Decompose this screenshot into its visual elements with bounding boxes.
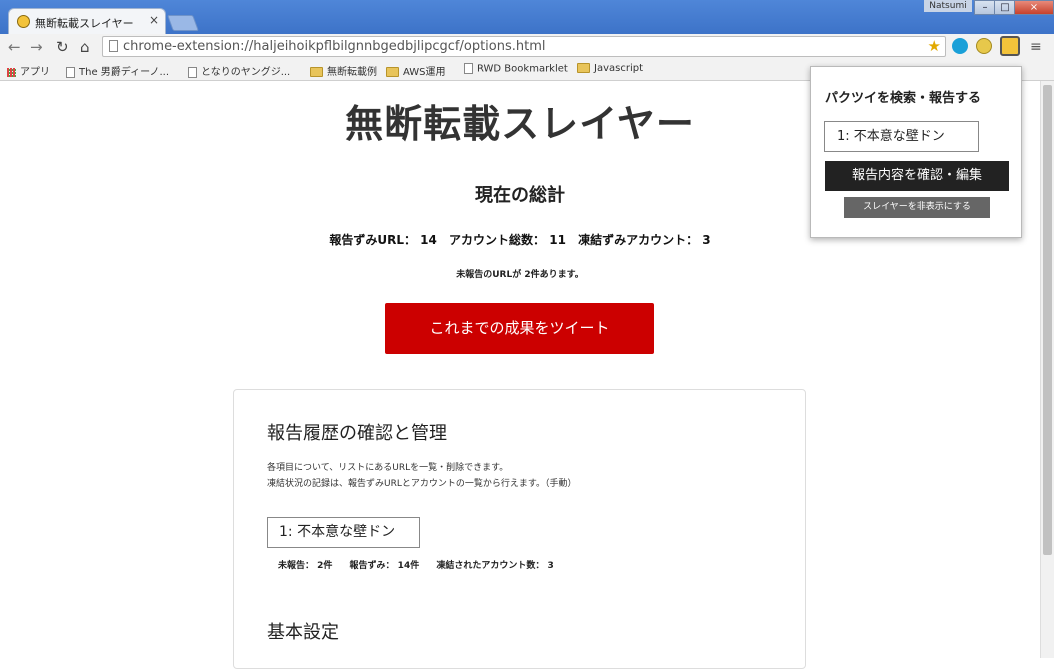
folder-icon [577,63,590,73]
browser-toolbar: ← → ↻ ⌂ chrome-extension://haljeihoikpfl… [0,34,1054,61]
browser-tab[interactable]: 無断転載スレイヤー × [8,8,166,34]
close-window-button[interactable]: × [1014,0,1054,15]
home-icon[interactable]: ⌂ [80,38,90,56]
history-desc-line: 凍結状況の記録は、報告ずみURLとアカウントの一覧から行えます。（手動） [267,479,577,489]
reported-count: 報告ずみ： 14件 [349,561,420,571]
popup-title: パクツイを検索・報告する [825,91,982,106]
page-icon [464,63,473,74]
bookmark-folder[interactable]: AWS運用 [386,63,446,78]
maximize-button[interactable]: □ [994,0,1016,15]
tab-close-icon[interactable]: × [149,13,159,27]
slayer-extension-icon[interactable] [1000,36,1020,56]
title-bar: 無断転載スレイヤー × Natsumi – □ × [0,0,1054,34]
reported-url-count: 報告ずみURL： 14 [329,233,437,247]
tweet-results-button[interactable]: これまでの成果をツイート [385,303,654,354]
minimize-button[interactable]: – [974,0,996,15]
skype-extension-icon[interactable] [952,38,968,54]
account-count: アカウント総数： 11 [449,233,566,247]
frozen-count: 凍結されたアカウント数： 3 [436,561,554,571]
bookmark-item[interactable]: RWD Bookmarklet [464,63,568,75]
url-text: chrome-extension://haljeihoikpflbilgnnbg… [123,39,546,54]
bookmark-item[interactable]: となりのヤングジ... [188,63,290,78]
bookmark-item[interactable]: The 男爵ディーノ... [66,63,169,78]
extension-icon[interactable] [976,38,992,54]
confirm-edit-button[interactable]: 報告内容を確認・編集 [825,161,1009,191]
basic-settings-heading: 基本設定 [267,622,339,643]
page-icon [109,40,118,52]
frozen-account-count: 凍結ずみアカウント： 3 [578,233,711,247]
unreported-count: 未報告： 2件 [278,561,333,571]
bookmark-folder[interactable]: 無断転載例 [310,63,377,78]
bookmark-star-icon[interactable]: ★ [928,37,941,55]
history-description: 各項目について、リストにあるURLを一覧・削除できます。 凍結状況の記録は、報告… [267,460,576,492]
tab-title: 無断転載スレイヤー [35,17,134,30]
bookmark-folder[interactable]: Javascript [577,63,643,74]
history-stats: 未報告： 2件 報告ずみ： 14件 凍結されたアカウント数： 3 [278,558,568,571]
address-bar[interactable]: chrome-extension://haljeihoikpflbilgnnbg… [102,36,946,57]
page-icon [66,66,75,78]
history-category-select[interactable]: 1: 不本意な壁ドン [267,517,420,548]
forward-arrow-icon[interactable]: → [30,38,43,56]
unreported-notice: 未報告のURLが 2件あります。 [456,270,584,280]
bookmark-apps[interactable]: アプリ [7,63,50,78]
page-icon [188,66,197,78]
popup-category-select[interactable]: 1: 不本意な壁ドン [824,121,979,152]
hide-slayer-button[interactable]: スレイヤーを非表示にする [844,197,990,218]
new-tab-button[interactable] [167,15,199,31]
menu-icon[interactable]: ≡ [1030,39,1042,55]
history-heading: 報告履歴の確認と管理 [267,423,447,444]
extension-popup: パクツイを検索・報告する 1: 不本意な壁ドン 報告内容を確認・編集 スレイヤー… [810,66,1022,238]
history-desc-line: 各項目について、リストにあるURLを一覧・削除できます。 [267,463,509,473]
back-arrow-icon[interactable]: ← [8,38,21,56]
folder-icon [386,67,399,77]
scrollbar[interactable] [1040,81,1054,658]
apps-grid-icon [7,67,16,77]
folder-icon [310,67,323,77]
reload-icon[interactable]: ↻ [56,38,69,56]
profile-name[interactable]: Natsumi [924,0,972,12]
history-card: 報告履歴の確認と管理 各項目について、リストにあるURLを一覧・削除できます。 … [233,389,806,669]
scrollbar-thumb[interactable] [1043,85,1052,555]
slayer-favicon-icon [17,15,30,28]
